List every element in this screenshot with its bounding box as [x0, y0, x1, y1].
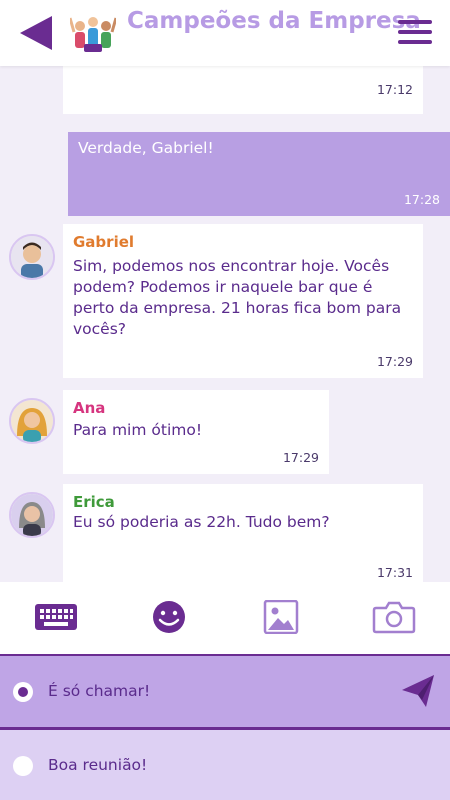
reply-option[interactable]: Boa reunião!: [0, 730, 450, 800]
message-sender: Ana: [73, 399, 106, 417]
reply-option[interactable]: É só chamar!: [0, 656, 450, 727]
camera-icon[interactable]: [372, 600, 416, 634]
outgoing-message-bubble: Verdade, Gabriel! 17:28: [68, 132, 450, 216]
message-bubble: Gabriel Sim, podemos nos encontrar hoje.…: [63, 224, 423, 378]
message-bubble: Erica Eu só poderia as 22h. Tudo bem? 17…: [63, 484, 423, 582]
message-time: 17:31: [376, 565, 413, 580]
message-bubble: Ana Para mim ótimo! 17:29: [63, 390, 329, 474]
message-time: 17:29: [282, 450, 319, 465]
emoji-icon[interactable]: [147, 600, 191, 634]
ana-avatar: [9, 398, 55, 444]
keyboard-icon[interactable]: [34, 600, 78, 634]
message-text: Sim, podemos nos encontrar hoje. Vocês p…: [73, 257, 402, 338]
group-avatar: [70, 17, 116, 52]
erica-avatar: [9, 492, 55, 538]
message-time: 17:12: [376, 82, 413, 97]
message-sender: Gabriel: [73, 233, 135, 251]
message-bubble: 17:12: [63, 66, 423, 114]
message-text: Verdade, Gabriel!: [78, 139, 214, 157]
reply-option-label: Boa reunião!: [48, 756, 148, 774]
chat-header: Campeões da Empresa: [0, 0, 450, 66]
reply-options: É só chamar! Boa reunião!: [0, 654, 450, 800]
radio-button-selected[interactable]: [13, 682, 33, 702]
image-icon[interactable]: [259, 600, 303, 634]
chat-title: Campeões da Empresa: [127, 8, 421, 34]
send-icon[interactable]: [400, 673, 436, 709]
hamburger-menu-icon[interactable]: [398, 20, 432, 46]
message-text: Eu só poderia as 22h. Tudo bem?: [73, 513, 330, 531]
message-list[interactable]: 17:12 Verdade, Gabriel! 17:28 Gabriel Si…: [0, 66, 450, 582]
message-text: Para mim ótimo!: [73, 421, 203, 439]
gabriel-avatar: [9, 234, 55, 280]
back-arrow-icon[interactable]: [20, 14, 54, 52]
message-sender: Erica: [73, 493, 115, 511]
input-toolbar: [0, 582, 450, 654]
message-time: 17:28: [403, 192, 440, 207]
radio-button[interactable]: [13, 756, 33, 776]
reply-option-label: É só chamar!: [48, 682, 151, 700]
message-time: 17:29: [376, 354, 413, 369]
